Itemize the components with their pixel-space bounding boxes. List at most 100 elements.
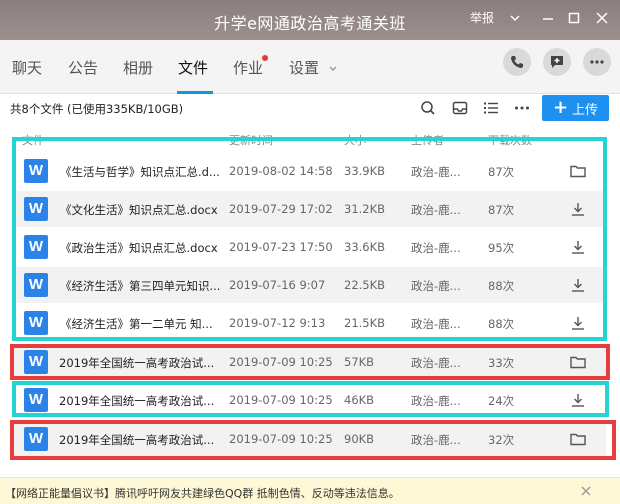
tab-files[interactable]: 文件 — [178, 57, 208, 78]
download-icon[interactable] — [569, 391, 587, 409]
report-button[interactable]: 举报 — [470, 10, 494, 26]
file-uploader: 政治-鹿... — [411, 317, 461, 331]
file-size: 21.5KB — [344, 316, 386, 330]
close-icon[interactable] — [579, 483, 593, 497]
folder-icon[interactable] — [569, 162, 587, 180]
header-updated[interactable]: 更新时间 — [229, 132, 273, 148]
table-row[interactable]: W 2019年全国统一高考政治试... 2019-07-09 10:25 90K… — [14, 421, 606, 457]
window-title: 升学e网通政治高考通关班 — [214, 14, 406, 33]
table-row[interactable]: W 《经济生活》第三四单元知识... 2019-07-16 9:07 22.5K… — [14, 267, 606, 303]
chat-add-button[interactable] — [543, 48, 571, 76]
tab-settings[interactable]: 设置 — [289, 57, 338, 78]
word-doc-icon: W — [24, 159, 48, 183]
search-icon[interactable] — [419, 99, 437, 117]
upload-label: 上传 — [572, 102, 599, 118]
download-icon[interactable] — [569, 238, 587, 256]
file-downloads: 95次 — [488, 241, 515, 255]
file-downloads: 33次 — [488, 356, 515, 370]
file-summary: 共8个文件 (已使用335KB/10GB) — [10, 102, 184, 116]
table-row[interactable]: W 《生活与哲学》知识点汇总.d... 2019-08-02 14:58 33.… — [14, 153, 606, 189]
table-row[interactable]: W 《政治生活》知识点汇总.docx 2019-07-23 17:50 33.6… — [14, 229, 606, 265]
minimize-icon[interactable] — [540, 10, 556, 26]
table-row[interactable]: W 2019年全国统一高考政治试... 2019-07-09 10:25 57K… — [14, 344, 606, 380]
folder-icon[interactable] — [569, 430, 587, 448]
word-doc-icon: W — [24, 273, 48, 297]
file-time: 2019-07-12 9:13 — [229, 316, 326, 330]
chevron-down-icon[interactable] — [508, 10, 522, 26]
chevron-down-icon — [328, 60, 338, 78]
file-downloads: 88次 — [488, 279, 515, 293]
more-button[interactable] — [583, 48, 611, 76]
file-time: 2019-07-09 10:25 — [229, 393, 333, 407]
file-size: 90KB — [344, 432, 375, 446]
file-uploader: 政治-鹿... — [411, 279, 461, 293]
download-icon[interactable] — [569, 314, 587, 332]
table-row[interactable]: W 《经济生活》第一二单元 知... 2019-07-12 9:13 21.5K… — [14, 305, 606, 341]
header-downloads[interactable]: 下载次数 — [488, 132, 532, 148]
notice-bar: 【网络正能量倡议书】腾讯呼吁网友共建绿色QQ群 抵制色情、反动等违法信息。 — [0, 477, 620, 504]
word-doc-icon: W — [24, 350, 48, 374]
file-downloads: 87次 — [488, 165, 515, 179]
file-name: 2019年全国统一高考政治试... — [59, 433, 215, 447]
file-size: 57KB — [344, 355, 375, 369]
file-size: 33.6KB — [344, 240, 386, 254]
file-downloads: 24次 — [488, 394, 515, 408]
word-doc-icon: W — [24, 427, 48, 451]
tab-announcement[interactable]: 公告 — [68, 57, 98, 78]
download-icon[interactable] — [569, 200, 587, 218]
table-row[interactable]: W 《文化生活》知识点汇总.docx 2019-07-29 17:02 31.2… — [14, 191, 606, 227]
file-name: 2019年全国统一高考政治试... — [59, 356, 215, 370]
maximize-icon[interactable] — [566, 10, 582, 26]
file-size: 33.9KB — [344, 164, 386, 178]
file-name: 2019年全国统一高考政治试... — [59, 394, 215, 408]
active-tab-indicator — [177, 91, 213, 94]
file-downloads: 32次 — [488, 433, 515, 447]
close-icon[interactable] — [594, 10, 610, 26]
file-name: 《生活与哲学》知识点汇总.d... — [60, 165, 220, 179]
list-view-icon[interactable] — [482, 99, 500, 117]
title-bar: 升学e网通政治高考通关班 举报 — [0, 0, 620, 40]
more-options-icon[interactable] — [513, 99, 531, 117]
tab-album[interactable]: 相册 — [123, 57, 153, 78]
phone-button[interactable] — [503, 48, 531, 76]
inbox-icon[interactable] — [451, 99, 469, 117]
file-time: 2019-07-16 9:07 — [229, 278, 326, 292]
word-doc-icon: W — [24, 197, 48, 221]
upload-button[interactable]: + 上传 — [542, 95, 609, 121]
tab-settings-label: 设置 — [289, 59, 320, 77]
file-time: 2019-08-02 14:58 — [229, 164, 333, 178]
file-size: 46KB — [344, 393, 375, 407]
tab-chat[interactable]: 聊天 — [12, 57, 42, 78]
download-icon[interactable] — [569, 276, 587, 294]
file-size: 22.5KB — [344, 278, 386, 292]
table-row[interactable]: W 2019年全国统一高考政治试... 2019-07-09 10:25 46K… — [14, 382, 606, 418]
file-uploader: 政治-鹿... — [411, 433, 461, 447]
word-doc-icon: W — [24, 311, 48, 335]
phone-icon — [511, 56, 523, 68]
word-doc-icon: W — [24, 235, 48, 259]
file-time: 2019-07-09 10:25 — [229, 355, 333, 369]
file-downloads: 88次 — [488, 317, 515, 331]
header-uploader[interactable]: 上传者 — [411, 132, 444, 148]
file-downloads: 87次 — [488, 203, 515, 217]
file-time: 2019-07-23 17:50 — [229, 240, 333, 254]
file-time: 2019-07-09 10:25 — [229, 432, 333, 446]
file-name: 《文化生活》知识点汇总.docx — [60, 203, 218, 217]
tab-homework[interactable]: 作业 — [233, 57, 263, 78]
file-uploader: 政治-鹿... — [411, 203, 461, 217]
file-name: 《经济生活》第三四单元知识... — [60, 279, 221, 293]
file-name: 《经济生活》第一二单元 知... — [60, 317, 213, 331]
file-uploader: 政治-鹿... — [411, 356, 461, 370]
new-badge-dot — [262, 55, 268, 61]
header-file[interactable]: 文件 — [22, 132, 44, 148]
file-name: 《政治生活》知识点汇总.docx — [60, 241, 218, 255]
file-uploader: 政治-鹿... — [411, 241, 461, 255]
file-uploader: 政治-鹿... — [411, 394, 461, 408]
file-size: 31.2KB — [344, 202, 386, 216]
file-time: 2019-07-29 17:02 — [229, 202, 333, 216]
chat-plus-icon — [551, 56, 563, 68]
folder-icon[interactable] — [569, 353, 587, 371]
plus-icon: + — [552, 97, 569, 118]
header-size[interactable]: 大小 — [344, 132, 366, 148]
file-uploader: 政治-鹿... — [411, 165, 461, 179]
